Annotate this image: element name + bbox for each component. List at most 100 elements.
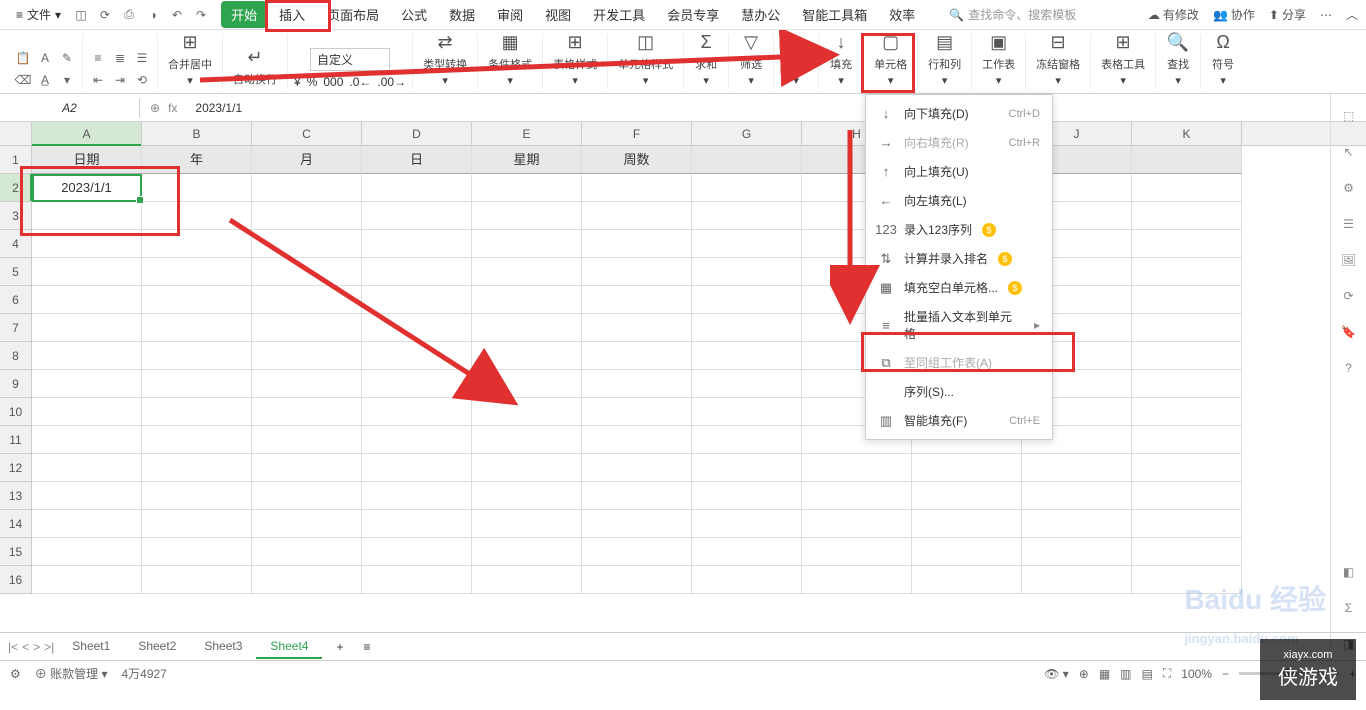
cell-H15[interactable] [802,538,912,566]
cell-A14[interactable] [32,510,142,538]
cell-B4[interactable] [142,230,252,258]
col-header-E[interactable]: E [472,122,582,145]
cell-H12[interactable] [802,454,912,482]
cell-G5[interactable] [692,258,802,286]
cell-A7[interactable] [32,314,142,342]
more-menu[interactable]: ⋯ [1320,8,1332,22]
cell-C15[interactable] [252,538,362,566]
fx-icon[interactable]: fx [168,101,177,115]
cell-C8[interactable] [252,342,362,370]
cell-K2[interactable] [1132,174,1242,202]
view-normal-icon[interactable]: ▦ [1099,667,1110,681]
cell-D15[interactable] [362,538,472,566]
chevron-up-icon[interactable]: ︿ [1346,6,1358,23]
align-center-icon[interactable]: ≣ [111,49,129,67]
cell-E5[interactable] [472,258,582,286]
redo-icon[interactable]: ↷ [193,7,209,23]
cell-J15[interactable] [1022,538,1132,566]
cell-E4[interactable] [472,230,582,258]
cell-I14[interactable] [912,510,1022,538]
freeze-button[interactable]: ⊟冻结窗格▾ [1032,28,1084,89]
sort-button[interactable]: ↕排序▾ [780,28,812,89]
collab-button[interactable]: 👥 协作 [1213,6,1255,23]
cell-E14[interactable] [472,510,582,538]
fullscreen-icon[interactable]: ⛶ [1163,666,1171,681]
fill-menu-item[interactable]: ↓向下填充(D)Ctrl+D [866,99,1052,128]
header-cell[interactable]: 周数 [582,146,692,174]
cell-K13[interactable] [1132,482,1242,510]
cell-D14[interactable] [362,510,472,538]
cell-C9[interactable] [252,370,362,398]
cell-D2[interactable] [362,174,472,202]
add-sheet-button[interactable]: + [326,640,353,654]
unsaved-indicator[interactable]: ☁ 有修改 [1148,6,1199,23]
cell-K16[interactable] [1132,566,1242,594]
sheet-nav-prev[interactable]: < [22,640,29,654]
col-header-A[interactable]: A [32,122,142,145]
cell-C6[interactable] [252,286,362,314]
cell-C11[interactable] [252,426,362,454]
cell-A11[interactable] [32,426,142,454]
cell-G7[interactable] [692,314,802,342]
sp-settings-icon[interactable]: ⚙ [1339,178,1359,198]
color-icon[interactable]: ▾ [58,71,76,89]
filter-button[interactable]: ▽筛选▾ [735,28,767,89]
cell-G4[interactable] [692,230,802,258]
cell-D16[interactable] [362,566,472,594]
symbol-button[interactable]: Ω符号▾ [1207,28,1239,89]
cell-D10[interactable] [362,398,472,426]
cell-A2[interactable]: 2023/1/1 [32,174,142,202]
row-header-5[interactable]: 5 [0,258,31,286]
cell-K11[interactable] [1132,426,1242,454]
header-cell[interactable] [1132,146,1242,174]
cell-C10[interactable] [252,398,362,426]
cell-K4[interactable] [1132,230,1242,258]
cell-button[interactable]: ▢单元格▾ [870,28,911,89]
row-header-6[interactable]: 6 [0,286,31,314]
cell-B10[interactable] [142,398,252,426]
row-header-12[interactable]: 12 [0,454,31,482]
fill-menu-item[interactable]: ▥智能填充(F)Ctrl+E [866,406,1052,435]
cell-B11[interactable] [142,426,252,454]
cell-B16[interactable] [142,566,252,594]
row-header-16[interactable]: 16 [0,566,31,594]
cell-B15[interactable] [142,538,252,566]
cell-E16[interactable] [472,566,582,594]
cell-C4[interactable] [252,230,362,258]
cell-J16[interactable] [1022,566,1132,594]
cell-D9[interactable] [362,370,472,398]
cell-K7[interactable] [1132,314,1242,342]
sheet-tab-Sheet1[interactable]: Sheet1 [58,635,124,659]
cell-C13[interactable] [252,482,362,510]
row-header-9[interactable]: 9 [0,370,31,398]
cell-I12[interactable] [912,454,1022,482]
cell-F10[interactable] [582,398,692,426]
sp-task-icon[interactable]: ☰ [1339,214,1359,234]
cell-F12[interactable] [582,454,692,482]
cell-A3[interactable] [32,202,142,230]
tab-smart[interactable]: 智能工具箱 [792,1,877,28]
cell-I13[interactable] [912,482,1022,510]
cell-E10[interactable] [472,398,582,426]
cell-K6[interactable] [1132,286,1242,314]
cell-B3[interactable] [142,202,252,230]
cell-A8[interactable] [32,342,142,370]
sp-bookmark-icon[interactable]: 🔖 [1339,322,1359,342]
cell-G2[interactable] [692,174,802,202]
sp-cursor-icon[interactable]: ↖ [1339,142,1359,162]
col-header-B[interactable]: B [142,122,252,145]
brush-icon[interactable]: ✎ [58,49,76,67]
sheet-tab-Sheet3[interactable]: Sheet3 [190,635,256,659]
cell-G14[interactable] [692,510,802,538]
table-style-button[interactable]: ⊞表格样式▾ [549,28,601,89]
type-convert-button[interactable]: ⇄类型转换▾ [419,28,471,89]
header-cell[interactable]: 星期 [472,146,582,174]
cell-E12[interactable] [472,454,582,482]
header-cell[interactable]: 年 [142,146,252,174]
cell-D5[interactable] [362,258,472,286]
settings-icon[interactable]: ⚙ [10,667,21,681]
cell-D7[interactable] [362,314,472,342]
cell-F9[interactable] [582,370,692,398]
cell-B6[interactable] [142,286,252,314]
cell-F16[interactable] [582,566,692,594]
